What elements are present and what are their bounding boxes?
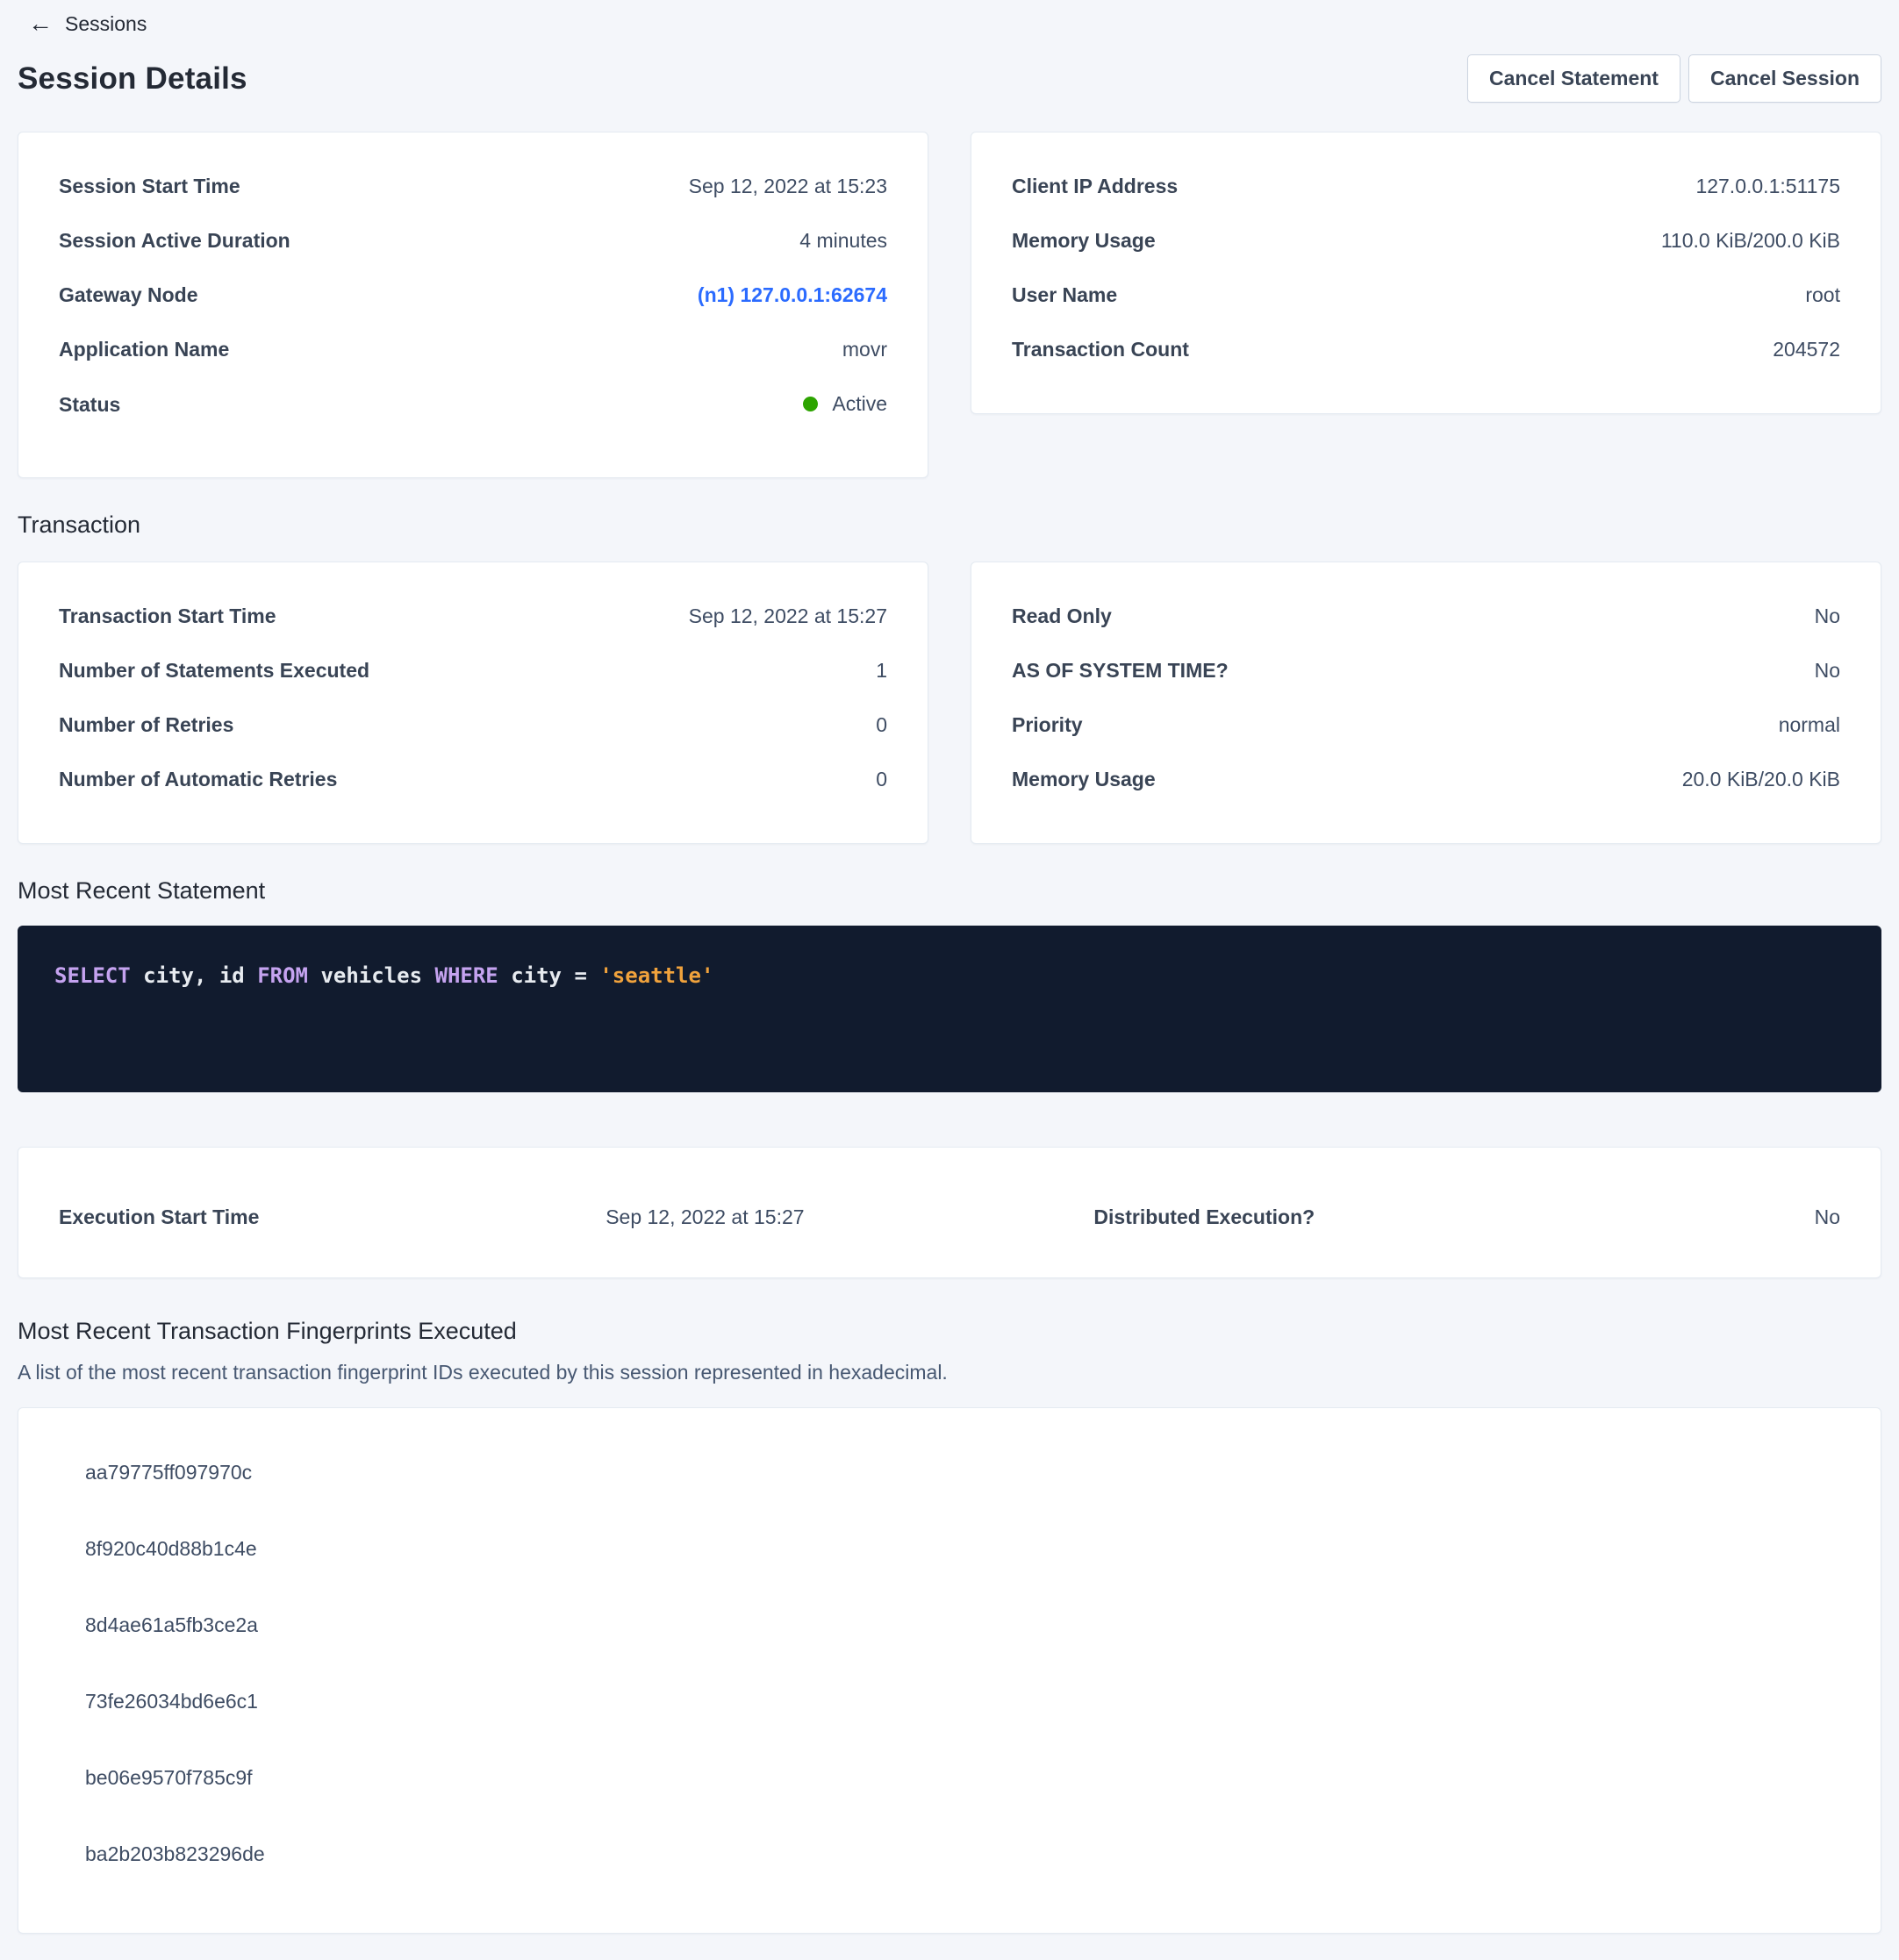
fingerprint-item: 73fe26034bd6e6c1 [85,1688,1840,1714]
row-label: Client IP Address [1012,173,1204,199]
row-label: AS OF SYSTEM TIME? [1012,657,1255,683]
summary-row-user-name: User Name root [1012,282,1840,308]
row-label: Transaction Count [1012,336,1215,362]
breadcrumb-label: Sessions [65,12,147,36]
distributed-execution-value: No [1815,1204,1840,1230]
execution-start-time-value: Sep 12, 2022 at 15:27 [606,1204,1093,1230]
fingerprint-item: 8d4ae61a5fb3ce2a [85,1612,1840,1638]
session-summary-row: Session Start Time Sep 12, 2022 at 15:23… [18,132,1881,478]
row-value: root [1805,282,1840,308]
fingerprint-item: be06e9570f785c9f [85,1764,1840,1791]
sql-statement-box: SELECT city, id FROM vehicles WHERE city… [18,926,1881,1092]
row-value: 1 [876,657,887,683]
back-arrow-icon: ← [28,11,53,36]
session-details-page: ← Sessions Session Details Cancel Statem… [0,0,1899,1960]
summary-row-client-ip: Client IP Address 127.0.0.1:51175 [1012,173,1840,199]
summary-row-txn-memory-usage: Memory Usage 20.0 KiB/20.0 KiB [1012,766,1840,792]
row-value: No [1815,657,1840,683]
gateway-node-link[interactable]: (n1) 127.0.0.1:62674 [698,282,887,308]
fingerprint-item: 8f920c40d88b1c4e [85,1535,1840,1562]
row-label: Number of Retries [59,712,260,738]
row-label: Memory Usage [1012,227,1182,254]
summary-row-memory-usage: Memory Usage 110.0 KiB/200.0 KiB [1012,227,1840,254]
sql-statement: SELECT city, id FROM vehicles WHERE city… [54,963,713,988]
row-label: Number of Automatic Retries [59,766,363,792]
sql-text: city, id [131,963,258,988]
sql-text: city = [498,963,600,988]
row-label: Gateway Node [59,282,225,308]
fingerprints-description: A list of the most recent transaction fi… [18,1361,1881,1384]
summary-row-priority: Priority normal [1012,712,1840,738]
summary-row-session-active-duration: Session Active Duration 4 minutes [59,227,887,254]
session-summary-card-left: Session Start Time Sep 12, 2022 at 15:23… [18,132,928,478]
summary-row-application-name: Application Name movr [59,336,887,362]
fingerprints-card: aa79775ff097970c 8f920c40d88b1c4e 8d4ae6… [18,1407,1881,1934]
row-label: Read Only [1012,603,1138,629]
row-value: 110.0 KiB/200.0 KiB [1661,227,1840,254]
session-summary-card-right: Client IP Address 127.0.0.1:51175 Memory… [971,132,1881,414]
execution-summary-card: Execution Start Time Sep 12, 2022 at 15:… [18,1147,1881,1278]
summary-row-status: Status Active [59,390,887,418]
summary-row-session-start-time: Session Start Time Sep 12, 2022 at 15:23 [59,173,887,199]
row-value: 127.0.0.1:51175 [1695,173,1840,199]
summary-row-as-of-system-time: AS OF SYSTEM TIME? No [1012,657,1840,683]
row-value: Sep 12, 2022 at 15:27 [689,603,887,629]
header-buttons: Cancel Statement Cancel Session [1467,54,1881,103]
row-label: Number of Statements Executed [59,657,396,683]
distributed-execution-pair: Distributed Execution? No [1093,1204,1840,1230]
summary-row-automatic-retries: Number of Automatic Retries 0 [59,766,887,792]
distributed-execution-label: Distributed Execution? [1093,1204,1341,1230]
page-title: Session Details [18,61,247,97]
row-label: Status [59,391,147,418]
cancel-statement-button[interactable]: Cancel Statement [1467,54,1680,103]
sql-keyword: SELECT [54,963,131,988]
row-label: Priority [1012,712,1109,738]
row-label: Session Start Time [59,173,267,199]
row-label: Session Active Duration [59,227,317,254]
transaction-section-heading: Transaction [18,511,1881,539]
sql-keyword: WHERE [435,963,498,988]
sql-text: vehicles [308,963,435,988]
transaction-summary-row: Transaction Start Time Sep 12, 2022 at 1… [18,562,1881,844]
row-label: Application Name [59,336,255,362]
summary-row-read-only: Read Only No [1012,603,1840,629]
transaction-card-right: Read Only No AS OF SYSTEM TIME? No Prior… [971,562,1881,844]
row-value: 0 [876,712,887,738]
summary-row-retries: Number of Retries 0 [59,712,887,738]
status-text: Active [832,390,887,417]
back-to-sessions-link[interactable]: ← Sessions [28,9,147,39]
sql-keyword: FROM [257,963,308,988]
sql-string-literal: 'seattle' [599,963,713,988]
row-value: 204572 [1773,336,1840,362]
summary-row-transaction-count: Transaction Count 204572 [1012,336,1840,362]
summary-row-gateway-node: Gateway Node (n1) 127.0.0.1:62674 [59,282,887,308]
fingerprint-item: ba2b203b823296de [85,1841,1840,1867]
page-header: Session Details Cancel Statement Cancel … [18,54,1881,103]
row-value: No [1815,603,1840,629]
transaction-card-left: Transaction Start Time Sep 12, 2022 at 1… [18,562,928,844]
active-status-dot-icon [803,397,818,411]
execution-start-time-label: Execution Start Time [59,1204,606,1230]
row-value: Sep 12, 2022 at 15:23 [689,173,887,199]
fingerprint-item: aa79775ff097970c [85,1459,1840,1485]
row-value: 20.0 KiB/20.0 KiB [1682,766,1840,792]
cancel-session-button[interactable]: Cancel Session [1688,54,1881,103]
fingerprints-section-heading: Most Recent Transaction Fingerprints Exe… [18,1318,1881,1345]
status-value: Active [803,390,887,417]
row-value: 0 [876,766,887,792]
summary-row-statements-executed: Number of Statements Executed 1 [59,657,887,683]
summary-row-txn-start-time: Transaction Start Time Sep 12, 2022 at 1… [59,603,887,629]
row-value: 4 minutes [799,227,887,254]
row-label: Transaction Start Time [59,603,303,629]
row-value: normal [1779,712,1840,738]
row-label: User Name [1012,282,1143,308]
row-value: movr [842,336,887,362]
row-label: Memory Usage [1012,766,1182,792]
most-recent-statement-heading: Most Recent Statement [18,877,1881,905]
